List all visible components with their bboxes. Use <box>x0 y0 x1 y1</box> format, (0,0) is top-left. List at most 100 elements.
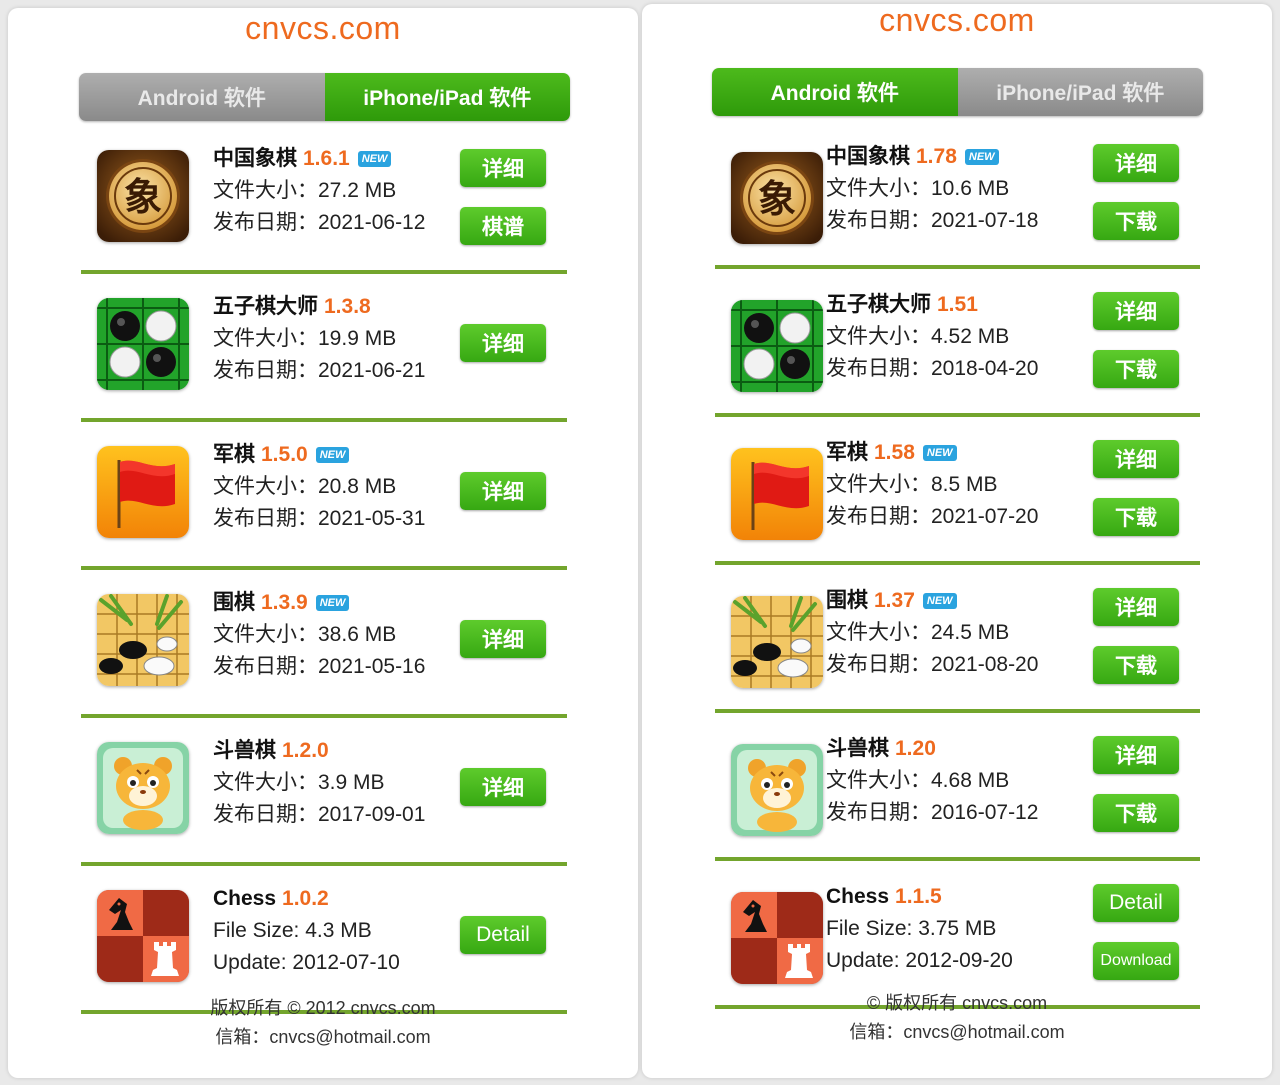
app-info: 斗兽棋 1.2.0 文件大小：3.9 MB 发布日期：2017-09-01 <box>213 735 425 831</box>
download-button[interactable]: 下载 <box>1093 794 1179 832</box>
app-info: 军棋 1.58 NEW 文件大小：8.5 MB 发布日期：2021-07-20 <box>826 437 1038 533</box>
detail-button[interactable]: 详细 <box>1093 588 1179 626</box>
app-info: 五子棋大师 1.3.8 文件大小：19.9 MB 发布日期：2021-06-21 <box>213 291 425 387</box>
detail-button[interactable]: 详细 <box>460 149 546 187</box>
app-name[interactable]: 斗兽棋 <box>826 737 889 760</box>
site-title[interactable]: cnvcs.com <box>8 10 638 47</box>
app-title-line: Chess 1.1.5 <box>826 881 1013 913</box>
release-date: 发布日期：2021-05-16 <box>213 655 426 678</box>
copyright-text: 版权所有 © 2012 cnvcs.com <box>210 998 436 1018</box>
download-button[interactable]: 下载 <box>1093 498 1179 536</box>
app-title-line: 斗兽棋 1.2.0 <box>213 735 425 767</box>
app-version: 1.3.9 <box>261 591 308 614</box>
xiangqi-icon[interactable]: 象 <box>731 152 823 244</box>
email-text: 信箱：cnvcs@hotmail.com <box>215 1027 431 1047</box>
app-name[interactable]: 中国象棋 <box>826 145 910 168</box>
app-info: 中国象棋 1.78 NEW 文件大小：10.6 MB 发布日期：2021-07-18 <box>826 141 1038 237</box>
chess-icon[interactable] <box>97 890 189 982</box>
chess-icon[interactable] <box>731 892 823 984</box>
app-info: 中国象棋 1.6.1 NEW 文件大小：27.2 MB 发布日期：2021-06-12 <box>213 143 425 239</box>
app-name[interactable]: 围棋 <box>826 589 868 612</box>
detail-button[interactable]: 详细 <box>460 620 546 658</box>
tab-android[interactable]: Android 软件 <box>712 68 958 116</box>
svg-text:象: 象 <box>124 175 162 219</box>
app-name[interactable]: 军棋 <box>826 441 868 464</box>
android-panel: cnvcs.com Android 软件 iPhone/iPad 软件 象中国象… <box>642 2 1272 1078</box>
copyright-text: © 版权所有 cnvcs.com <box>866 993 1048 1013</box>
app-name[interactable]: 中国象棋 <box>213 147 297 170</box>
release-date: Update: 2012-09-20 <box>826 949 1013 972</box>
gomoku-icon[interactable] <box>731 300 823 392</box>
app-list: 象 中国象棋 1.78 NEW 文件大小：10.6 MB 发布日期：2021-07-18 详… <box>715 121 1200 1009</box>
xiangqi-icon[interactable]: 象 <box>97 150 189 242</box>
tab-iphone-ipad[interactable]: iPhone/iPad 软件 <box>324 73 570 121</box>
app-info: 军棋 1.5.0 NEW 文件大小：20.8 MB 发布日期：2021-05-31 <box>213 439 425 535</box>
detail-button[interactable]: 详细 <box>460 768 546 806</box>
release-date: 发布日期：2021-06-12 <box>213 211 426 234</box>
app-info: Chess 1.0.2 File Size: 4.3 MB Update: 2012-… <box>213 883 400 979</box>
file-size: File Size: 4.3 MB <box>213 919 372 942</box>
detail-button[interactable]: Detail <box>1093 884 1179 922</box>
app-list: 象 中国象棋 1.6.1 NEW 文件大小：27.2 MB 发布日期：2021-06-12… <box>81 126 567 1014</box>
app-name[interactable]: 五子棋大师 <box>826 293 931 316</box>
download-button[interactable]: 下载 <box>1093 202 1179 240</box>
file-size: 文件大小：10.6 MB <box>826 177 1010 200</box>
game-records-button[interactable]: 棋谱 <box>460 207 546 245</box>
email-text: 信箱：cnvcs@hotmail.com <box>849 1022 1065 1042</box>
detail-button[interactable]: 详细 <box>1093 144 1179 182</box>
app-name[interactable]: Chess <box>826 885 889 908</box>
footer: © 版权所有 cnvcs.com 信箱：cnvcs@hotmail.com <box>642 989 1272 1047</box>
go-icon[interactable] <box>731 596 823 688</box>
app-version: 1.6.1 <box>303 147 350 170</box>
app-info: Chess 1.1.5 File Size: 3.75 MB Update: 2012… <box>826 881 1013 977</box>
app-name[interactable]: Chess <box>213 887 276 910</box>
list-item: 五子棋大师 1.51 文件大小：4.52 MB 发布日期：2018-04-20 详细 下载 <box>715 269 1200 417</box>
tab-iphone-ipad[interactable]: iPhone/iPad 软件 <box>957 68 1203 116</box>
release-date: 发布日期：2021-05-31 <box>213 507 426 530</box>
app-title-line: 围棋 1.37 NEW <box>826 585 1038 617</box>
release-date: 发布日期：2021-08-20 <box>826 653 1039 676</box>
detail-button[interactable]: 详细 <box>460 472 546 510</box>
app-name[interactable]: 围棋 <box>213 591 255 614</box>
gomoku-icon[interactable] <box>97 298 189 390</box>
tab-android[interactable]: Android 软件 <box>79 73 325 121</box>
app-name[interactable]: 五子棋大师 <box>213 295 318 318</box>
file-size: 文件大小：8.5 MB <box>826 473 998 496</box>
tiger-icon[interactable] <box>731 744 823 836</box>
svg-text:象: 象 <box>758 177 796 221</box>
list-item: 斗兽棋 1.2.0 文件大小：3.9 MB 发布日期：2017-09-01 详细 <box>81 718 567 866</box>
new-badge: NEW <box>315 447 350 463</box>
detail-button[interactable]: 详细 <box>1093 292 1179 330</box>
flag-icon[interactable] <box>97 446 189 538</box>
release-date: 发布日期：2021-07-18 <box>826 209 1039 232</box>
app-title-line: Chess 1.0.2 <box>213 883 400 915</box>
app-name[interactable]: 斗兽棋 <box>213 739 276 762</box>
file-size: File Size: 3.75 MB <box>826 917 997 940</box>
site-title[interactable]: cnvcs.com <box>642 2 1272 39</box>
app-name[interactable]: 军棋 <box>213 443 255 466</box>
platform-tabs: Android 软件 iPhone/iPad 软件 <box>712 68 1203 116</box>
detail-button[interactable]: 详细 <box>1093 440 1179 478</box>
go-icon[interactable] <box>97 594 189 686</box>
tiger-icon[interactable] <box>97 742 189 834</box>
detail-button[interactable]: Detail <box>460 916 546 954</box>
new-badge: NEW <box>964 149 999 165</box>
release-date: 发布日期：2021-06-21 <box>213 359 426 382</box>
download-button[interactable]: 下载 <box>1093 646 1179 684</box>
footer: 版权所有 © 2012 cnvcs.com 信箱：cnvcs@hotmail.c… <box>8 994 638 1052</box>
app-version: 1.3.8 <box>324 295 371 318</box>
file-size: 文件大小：3.9 MB <box>213 771 385 794</box>
download-button[interactable]: Download <box>1093 942 1179 980</box>
detail-button[interactable]: 详细 <box>460 324 546 362</box>
app-info: 斗兽棋 1.20 文件大小：4.68 MB 发布日期：2016-07-12 <box>826 733 1038 829</box>
flag-icon[interactable] <box>731 448 823 540</box>
list-item: 围棋 1.3.9 NEW 文件大小：38.6 MB 发布日期：2021-05-16 详细 <box>81 570 567 718</box>
app-version: 1.78 <box>916 145 957 168</box>
download-button[interactable]: 下载 <box>1093 350 1179 388</box>
list-item: Chess 1.0.2 File Size: 4.3 MB Update: 2012-… <box>81 866 567 1014</box>
app-info: 围棋 1.37 NEW 文件大小：24.5 MB 发布日期：2021-08-20 <box>826 585 1038 681</box>
list-item: Chess 1.1.5 File Size: 3.75 MB Update: 2012… <box>715 861 1200 1009</box>
detail-button[interactable]: 详细 <box>1093 736 1179 774</box>
release-date: 发布日期：2021-07-20 <box>826 505 1039 528</box>
app-version: 1.37 <box>874 589 915 612</box>
